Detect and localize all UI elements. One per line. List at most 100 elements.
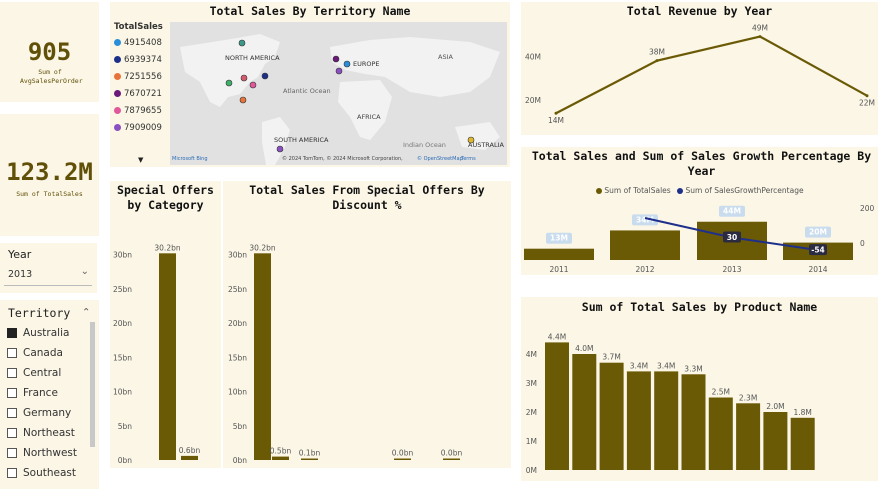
checkbox[interactable] xyxy=(7,328,17,338)
caret-down-icon[interactable]: ▼ xyxy=(138,156,143,164)
territory-item[interactable]: Northwest xyxy=(7,443,77,463)
checkbox[interactable] xyxy=(7,448,17,458)
data-label: 30.2bn xyxy=(249,243,275,252)
kpi-total-value: 123.2M xyxy=(6,158,93,186)
map-bubble[interactable] xyxy=(276,145,284,153)
map-legend-item[interactable]: 4915408 xyxy=(114,35,162,52)
bar[interactable] xyxy=(736,403,761,470)
territory-item[interactable]: Australia xyxy=(7,323,69,343)
territory-item[interactable]: Central xyxy=(7,363,61,383)
line-point[interactable] xyxy=(554,111,558,115)
scrollbar[interactable] xyxy=(90,322,95,447)
map-legend-item[interactable]: 7879655 xyxy=(114,103,162,120)
legend-dot xyxy=(114,107,121,114)
map-legend-item[interactable]: 7670721 xyxy=(114,86,162,103)
y-tick-label: 10bn xyxy=(113,388,132,397)
line-point[interactable] xyxy=(758,35,762,39)
growth-card: Total Sales and Sum of Sales Growth Perc… xyxy=(521,147,878,275)
kpi-total-card: 123.2M Sum of TotalSales xyxy=(0,114,99,236)
bar[interactable] xyxy=(790,417,815,470)
territory-item-label: France xyxy=(23,387,58,399)
map-brand: Microsoft Bing xyxy=(172,156,208,162)
map-bubble[interactable] xyxy=(249,81,257,89)
map-bubble[interactable] xyxy=(239,96,247,104)
territory-item[interactable]: Canada xyxy=(7,343,63,363)
map-bubble[interactable] xyxy=(240,74,248,82)
year-slicer: Year 2013 ⌄ xyxy=(0,243,97,293)
map-bubble[interactable] xyxy=(343,60,351,68)
bar[interactable] xyxy=(443,458,460,461)
bar[interactable] xyxy=(394,458,411,461)
map-bubble[interactable] xyxy=(261,72,269,80)
map-legend-item[interactable]: 7251556 xyxy=(114,69,162,86)
territory-item[interactable]: Germany xyxy=(7,403,71,423)
data-label: 13M xyxy=(550,234,568,243)
bar[interactable] xyxy=(610,230,680,260)
bar[interactable] xyxy=(763,412,788,470)
label-indian: Indian Ocean xyxy=(403,141,446,149)
bar[interactable] xyxy=(626,371,651,470)
bar[interactable] xyxy=(599,362,624,470)
chevron-up-icon[interactable]: ⌄ xyxy=(82,305,90,316)
map-legend-label: 7251556 xyxy=(124,72,162,82)
map-legend-item[interactable]: 6939374 xyxy=(114,52,162,69)
special-category-chart[interactable]: 0bn 5bn 10bn 15bn 20bn 25bn 30bn 30.2bn 0.6bn xyxy=(110,181,221,468)
map-bubble[interactable] xyxy=(238,39,246,47)
y-tick-label: 3M xyxy=(526,379,537,388)
revenue-line[interactable] xyxy=(555,35,868,115)
year-slicer-title: Year xyxy=(8,248,32,261)
label-australia: AUSTRALIA xyxy=(468,141,505,149)
map-osm-link[interactable]: © OpenStreetMap xyxy=(417,155,463,162)
checkbox[interactable] xyxy=(7,408,17,418)
checkbox[interactable] xyxy=(7,348,17,358)
map-copyright: © 2024 TomTom, © 2024 Microsoft Corporat… xyxy=(282,155,403,162)
map-legend-label: 7879655 xyxy=(124,106,162,116)
data-label: 0.1bn xyxy=(299,449,321,458)
territory-item[interactable]: Southeast xyxy=(7,463,76,483)
data-label: 4.4M xyxy=(548,332,566,341)
map-bubble[interactable] xyxy=(467,136,475,144)
map-legend-title: TotalSales xyxy=(114,22,163,32)
y2-tick-label: 0 xyxy=(860,239,865,248)
y-tick-label: 0bn xyxy=(118,456,133,465)
bar[interactable] xyxy=(545,342,569,470)
map-terms-link[interactable]: Terms xyxy=(460,156,476,162)
map-bubble[interactable] xyxy=(332,55,340,63)
territory-item-label: Australia xyxy=(23,327,70,339)
checkbox[interactable] xyxy=(7,468,17,478)
bar[interactable] xyxy=(159,253,176,460)
checkbox[interactable] xyxy=(7,368,17,378)
data-label: 20M xyxy=(809,228,827,237)
checkbox[interactable] xyxy=(7,388,17,398)
y-tick-label: 25bn xyxy=(228,285,247,294)
map-legend-label: 6939374 xyxy=(124,55,162,65)
data-label: 44M xyxy=(723,207,741,216)
product-chart[interactable]: 0M 1M 2M 3M 4M 4.4M 4.0M 3.7M 3.4M 3.4M 3.3M 2.5M 2.… xyxy=(521,297,878,481)
revenue-chart[interactable]: 20M 40M 14M 38M 49M 22M xyxy=(521,2,878,135)
year-dropdown[interactable]: 2013 ⌄ xyxy=(4,265,92,286)
bar[interactable] xyxy=(272,456,289,460)
data-label: 22M xyxy=(859,99,875,108)
line-point[interactable] xyxy=(655,59,659,63)
y-tick-label: 2M xyxy=(526,408,537,417)
territory-item[interactable]: France xyxy=(7,383,58,403)
bar[interactable] xyxy=(681,374,706,470)
map-canvas[interactable]: NORTH AMERICA EUROPE ASIA Atlantic Ocean… xyxy=(170,22,507,165)
map-bubble[interactable] xyxy=(335,67,343,75)
data-label: 38M xyxy=(649,48,665,57)
bar[interactable] xyxy=(254,253,271,460)
bar[interactable] xyxy=(301,458,318,461)
bar[interactable] xyxy=(181,455,198,460)
territory-item[interactable]: Northeast xyxy=(7,423,75,443)
bar[interactable] xyxy=(654,371,679,470)
checkbox[interactable] xyxy=(7,428,17,438)
data-label: 3.7M xyxy=(602,353,620,362)
bar[interactable] xyxy=(708,397,733,471)
growth-chart[interactable]: 201113M201234M201344M201420M30-542000 xyxy=(521,147,878,275)
bar[interactable] xyxy=(572,354,597,470)
map-legend-item[interactable]: 7909009 xyxy=(114,120,162,137)
map-bubble[interactable] xyxy=(225,79,233,87)
line-point[interactable] xyxy=(865,94,869,98)
bar[interactable] xyxy=(524,248,594,260)
special-discount-chart[interactable]: 0bn 5bn 10bn 15bn 20bn 25bn 30bn30.2bn 0.5bn 0.1… xyxy=(223,181,511,468)
